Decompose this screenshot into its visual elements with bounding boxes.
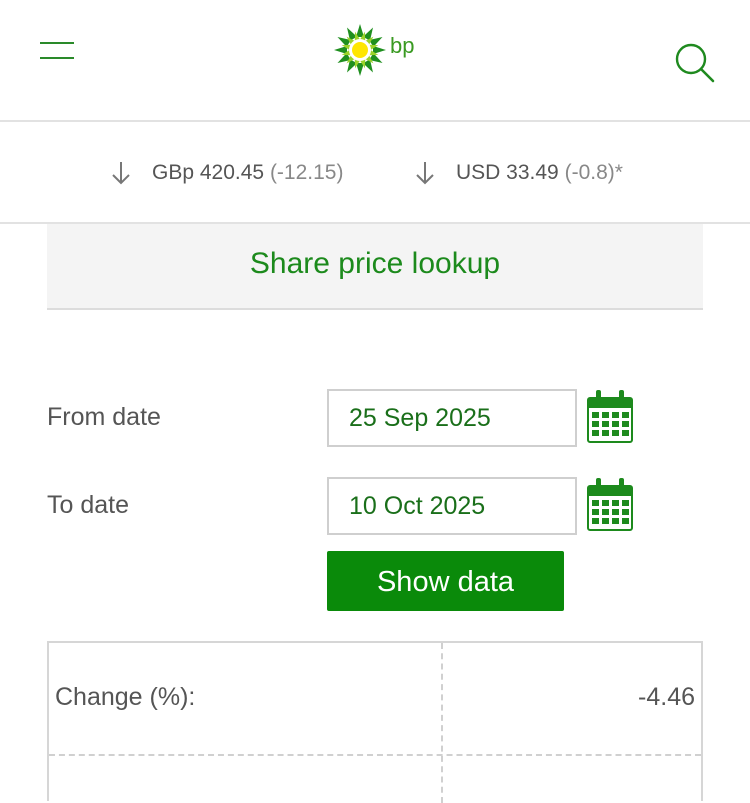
arrow-down-icon — [112, 162, 130, 185]
share-ticker: GBp 420.45 (-12.15) USD 33.49 (-0.8)* — [0, 122, 750, 224]
from-date-input[interactable]: 25 Sep 2025 — [327, 389, 577, 447]
show-data-button[interactable]: Show data — [327, 551, 564, 611]
change-percent-value: -4.46 — [638, 683, 695, 711]
helios-icon — [334, 24, 386, 76]
to-date-label: To date — [47, 491, 130, 519]
site-header: bp — [0, 0, 750, 122]
menu-icon — [40, 42, 74, 44]
from-date-label: From date — [47, 403, 161, 431]
change-percent-label: Change (%): — [55, 683, 196, 711]
to-date-input[interactable]: 10 Oct 2025 — [327, 477, 577, 535]
row-divider — [49, 754, 701, 756]
usd-change: (-0.8)* — [564, 161, 623, 184]
gbp-price: GBp 420.45 — [152, 161, 265, 184]
gbp-change: (-12.15) — [269, 161, 344, 184]
to-date-calendar-button[interactable] — [586, 476, 634, 532]
brand-wordmark: bp — [390, 33, 415, 58]
arrow-down-icon — [416, 162, 434, 185]
gbp-quote[interactable]: GBp 420.45 (-12.15) — [110, 158, 343, 188]
menu-button[interactable] — [40, 40, 74, 62]
bp-logo[interactable]: bp — [334, 24, 424, 76]
search-icon — [675, 43, 715, 83]
column-divider — [441, 643, 443, 803]
menu-icon-line — [40, 57, 74, 59]
search-button[interactable] — [672, 40, 716, 84]
usd-quote[interactable]: USD 33.49 (-0.8)* — [414, 158, 623, 188]
from-date-calendar-button[interactable] — [586, 388, 634, 444]
results-table: Change (%): -4.46 — [47, 641, 703, 803]
calendar-icon — [587, 478, 633, 531]
calendar-icon — [587, 390, 633, 443]
panel-title: Share price lookup — [47, 224, 703, 310]
usd-price: USD 33.49 — [456, 161, 559, 184]
